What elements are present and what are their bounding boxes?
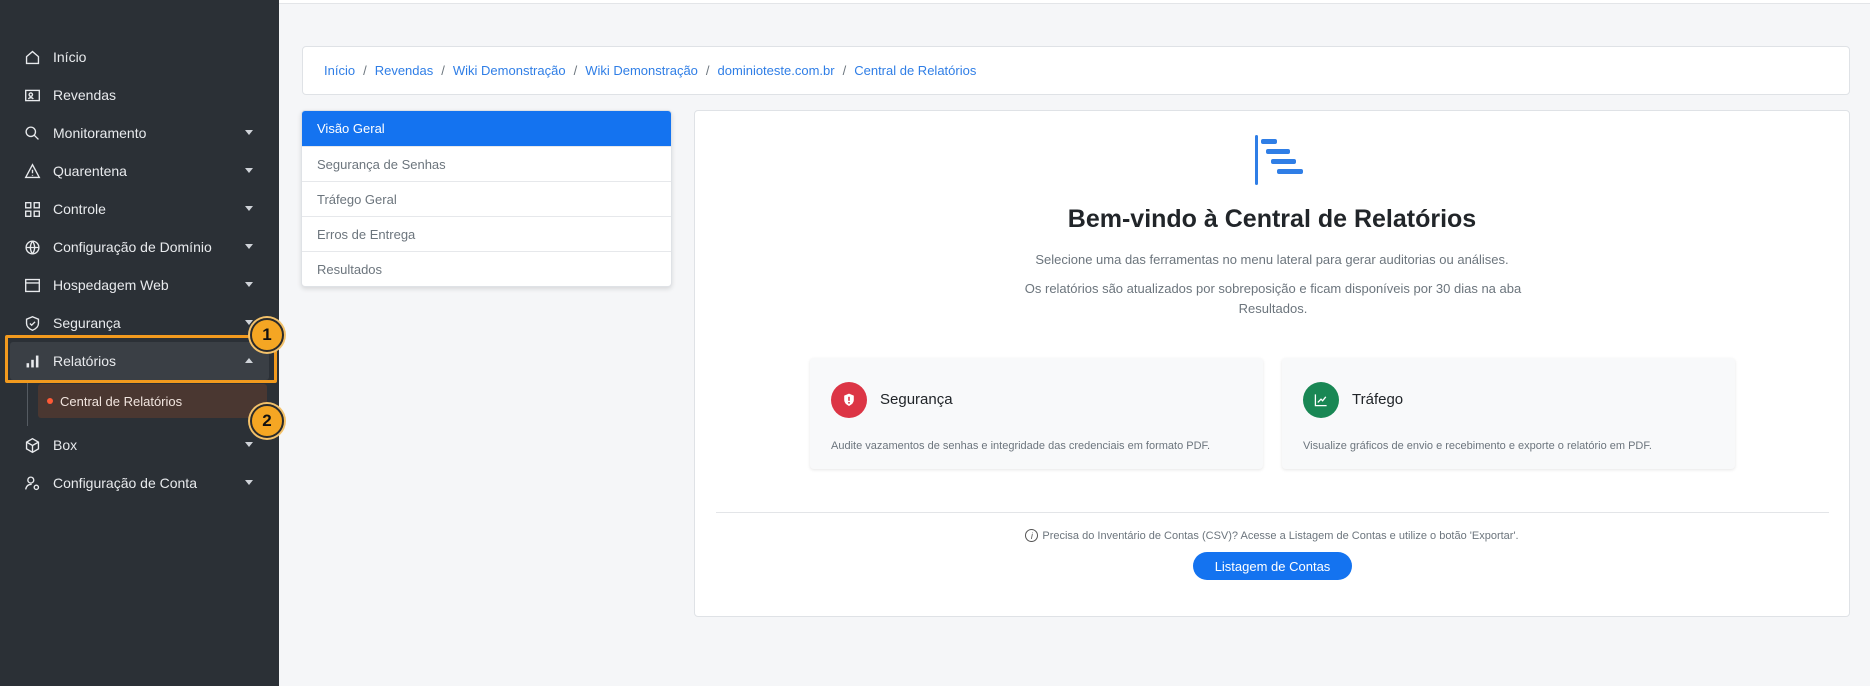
submenu-tree-line xyxy=(27,380,28,426)
page-title: Bem-vindo à Central de Relatórios xyxy=(1067,205,1477,233)
home-icon xyxy=(23,48,41,66)
info-note: i Precisa do Inventário de Contas (CSV)?… xyxy=(695,529,1849,542)
card-description: Visualize gráficos de envio e recebiment… xyxy=(1303,440,1652,452)
sidebar-item-label: Segurança xyxy=(53,315,121,331)
reports-menu: Visão Geral Segurança de Senhas Tráfego … xyxy=(301,110,672,287)
menu-item-trafego-geral[interactable]: Tráfego Geral xyxy=(302,181,671,216)
sidebar-item-label: Hospedagem Web xyxy=(53,277,169,293)
grid-icon xyxy=(23,200,41,218)
search-icon xyxy=(23,124,41,142)
breadcrumb-current[interactable]: Central de Relatórios xyxy=(854,63,976,78)
menu-item-resultados[interactable]: Resultados xyxy=(302,251,671,286)
card-title: Segurança xyxy=(880,391,953,408)
chevron-down-icon[interactable] xyxy=(245,480,253,485)
browser-icon xyxy=(23,276,41,294)
active-dot-icon xyxy=(47,398,53,404)
sidebar-item-inicio[interactable]: Início xyxy=(0,38,279,76)
box-icon xyxy=(23,436,41,454)
sidebar-item-label: Revendas xyxy=(53,87,117,103)
breadcrumb-separator: / xyxy=(441,63,445,78)
breadcrumb-link[interactable]: Revendas xyxy=(375,63,434,78)
sidebar-item-monitoramento[interactable]: Monitoramento xyxy=(0,114,279,152)
breadcrumb-link[interactable]: Início xyxy=(324,63,355,78)
chevron-down-icon[interactable] xyxy=(245,206,253,211)
menu-item-erros-entrega[interactable]: Erros de Entrega xyxy=(302,216,671,251)
sidebar-subitem-central-relatorios[interactable]: Central de Relatórios xyxy=(38,384,267,418)
menu-item-visao-geral[interactable]: Visão Geral xyxy=(302,111,671,146)
listagem-contas-button[interactable]: Listagem de Contas xyxy=(1193,552,1352,580)
report-list-icon xyxy=(1255,135,1303,185)
sidebar-item-label: Box xyxy=(53,437,78,453)
sidebar-item-label: Monitoramento xyxy=(53,125,147,141)
breadcrumb-separator: / xyxy=(363,63,367,78)
sidebar-nav: Início Revendas Monitoramento Quarentena… xyxy=(0,38,279,502)
page-subtitle: Selecione uma das ferramentas no menu la… xyxy=(1035,252,1509,267)
chevron-down-icon[interactable] xyxy=(245,130,253,135)
trend-chart-icon xyxy=(1303,382,1339,418)
breadcrumb-link[interactable]: Wiki Demonstração xyxy=(453,63,566,78)
card-description: Audite vazamentos de senhas e integridad… xyxy=(831,440,1211,452)
breadcrumb-separator: / xyxy=(573,63,578,78)
sidebar-item-configuracao-conta[interactable]: Configuração de Conta xyxy=(0,464,279,502)
divider xyxy=(716,512,1829,513)
breadcrumb: Início / Revendas / Wiki Demonstração / Wik… xyxy=(302,46,1850,95)
sidebar-item-box[interactable]: Box xyxy=(0,426,279,464)
shield-icon xyxy=(23,314,41,332)
id-card-icon xyxy=(23,86,41,104)
top-bar xyxy=(279,0,1870,4)
breadcrumb-link[interactable]: dominioteste.com.br xyxy=(718,63,835,78)
menu-item-seguranca-senhas[interactable]: Segurança de Senhas xyxy=(302,146,671,181)
breadcrumb-separator: / xyxy=(705,63,710,78)
sidebar-item-configuracao-dominio[interactable]: Configuração de Domínio xyxy=(0,228,279,266)
chevron-down-icon[interactable] xyxy=(245,320,253,325)
sidebar-item-label: Início xyxy=(53,49,87,65)
chevron-down-icon[interactable] xyxy=(245,168,253,173)
chevron-down-icon[interactable] xyxy=(245,442,253,447)
sidebar-item-hospedagem-web[interactable]: Hospedagem Web xyxy=(0,266,279,304)
sidebar-item-label: Configuração de Domínio xyxy=(53,239,212,255)
sidebar-item-label: Quarentena xyxy=(53,163,127,179)
sidebar-item-quarentena[interactable]: Quarentena xyxy=(0,152,279,190)
sidebar-item-revendas[interactable]: Revendas xyxy=(0,76,279,114)
info-icon: i xyxy=(1025,529,1039,542)
highlight-annotation-box xyxy=(5,335,277,383)
chevron-down-icon[interactable] xyxy=(245,244,253,249)
globe-icon xyxy=(23,238,41,256)
step-badge-1: 1 xyxy=(250,318,284,352)
breadcrumb-link[interactable]: Wiki Demonstração xyxy=(585,63,698,78)
step-badge-2: 2 xyxy=(250,404,284,438)
breadcrumb-separator: / xyxy=(842,63,847,78)
card-seguranca[interactable]: Segurança Audite vazamentos de senhas e … xyxy=(810,358,1263,469)
card-trafego[interactable]: Tráfego Visualize gráficos de envio e re… xyxy=(1282,358,1735,469)
info-text: Precisa do Inventário de Contas (CSV)? A… xyxy=(1042,529,1519,542)
card-title: Tráfego xyxy=(1352,391,1404,408)
shield-alert-icon xyxy=(831,382,867,418)
sidebar-item-label: Controle xyxy=(53,201,106,217)
sidebar-submenu: Central de Relatórios xyxy=(0,380,279,426)
chevron-down-icon[interactable] xyxy=(245,282,253,287)
welcome-panel: Bem-vindo à Central de Relatórios Seleci… xyxy=(694,110,1850,617)
page-description: Os relatórios são atualizados por sobrep… xyxy=(1024,281,1522,316)
warning-icon xyxy=(23,162,41,180)
sidebar: Início Revendas Monitoramento Quarentena… xyxy=(0,0,284,686)
sidebar-subitem-label: Central de Relatórios xyxy=(60,393,183,409)
sidebar-item-label: Configuração de Conta xyxy=(53,475,197,491)
user-gear-icon xyxy=(23,474,41,492)
sidebar-item-controle[interactable]: Controle xyxy=(0,190,279,228)
